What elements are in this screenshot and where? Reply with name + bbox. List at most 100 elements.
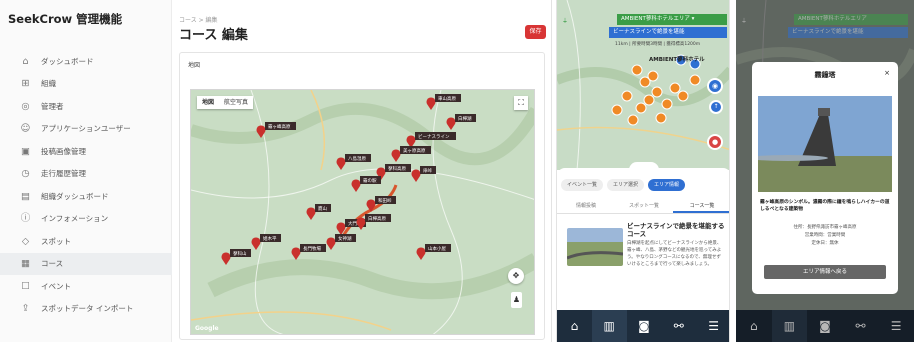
marker-label: 扉峠 bbox=[423, 167, 432, 174]
pill-events[interactable]: イベント一覧 bbox=[561, 179, 604, 191]
sidebar-item-label: スポットデータ インポート bbox=[41, 304, 134, 314]
page-title: コース 編集 bbox=[179, 28, 248, 43]
sidebar-item[interactable]: ☐ イベント bbox=[0, 275, 172, 298]
marker-label: 車山高原 bbox=[438, 95, 456, 102]
save-button[interactable]: 保存 bbox=[525, 25, 546, 39]
course-info: 11km | 所要時間3時間 | 獲得標高1200m bbox=[615, 42, 701, 47]
course-select[interactable]: ビーナスラインで絶景を堪能 bbox=[609, 27, 727, 38]
course-map-canvas: 霧ヶ峰高原 車山高原白樺湖ビーナスライン美ヶ原高原蓼科高原 八島湿原霧の駅 扉峠和田峠… bbox=[191, 90, 534, 334]
pill-area-select[interactable]: エリア選択 bbox=[607, 179, 645, 191]
breadcrumb: コース > 編集 bbox=[179, 17, 218, 24]
back-to-area-button[interactable]: エリア情報へ戻る bbox=[764, 265, 886, 279]
sidebar-item[interactable]: ⇪ スポットデータ インポート bbox=[0, 298, 172, 321]
sidebar-item[interactable]: ◷ 走行履歴管理 bbox=[0, 163, 172, 186]
marker-label: 山本小屋 bbox=[428, 245, 446, 252]
sidebar-item[interactable]: ◇ スポット bbox=[0, 230, 172, 253]
camera-icon[interactable]: ◙ bbox=[627, 310, 662, 342]
sidebar-item-label: イベント bbox=[41, 281, 71, 291]
sidebar-item[interactable]: ▣ 投稿画像管理 bbox=[0, 140, 172, 163]
google-logo: Google bbox=[195, 325, 219, 332]
course-map[interactable]: 霧ヶ峰高原 車山高原 白樺湖 ビーナスライン 美ヶ原高原 蓼科高原 八島湿原 霧の駅 扉峠 和田峠… bbox=[190, 89, 535, 335]
locate-icon[interactable]: ◉ bbox=[707, 78, 723, 94]
spot-cluster[interactable] bbox=[643, 94, 655, 106]
spot-description: 霧ヶ峰高原のシンボル。濃霧の際に鐘を鳴らしハイカーの道しるべとなる建築物 bbox=[760, 200, 890, 212]
sidebar-item[interactable]: ⌂ ダッシュボード bbox=[0, 50, 172, 73]
sidebar-item-label: 組織 bbox=[41, 79, 56, 89]
map-camera-control[interactable]: ✥ bbox=[508, 268, 524, 284]
bicycle-icon[interactable]: ⚯ bbox=[843, 310, 879, 342]
spot-cluster[interactable] bbox=[621, 90, 633, 102]
home-icon: ⌂ bbox=[22, 55, 29, 67]
spot-cluster[interactable] bbox=[677, 90, 689, 102]
dashboard-icon: ▤ bbox=[21, 190, 30, 202]
marker-label: 霧の駅 bbox=[363, 177, 377, 184]
home-icon[interactable]: ⌂ bbox=[557, 310, 592, 342]
spot-cluster[interactable] bbox=[689, 74, 701, 86]
spot-cluster[interactable] bbox=[647, 70, 659, 82]
bottom-tab-bar: ⌂ ▥ ◙ ⚯ ☰ bbox=[736, 310, 914, 342]
spot-title: 霧鐘塔 bbox=[814, 71, 836, 79]
spot-cluster[interactable] bbox=[627, 114, 639, 126]
app-map[interactable]: ⏚ AMBIENT蓼科ホテルエリア ▾ ビーナスラインで絶景を堪能 11km |… bbox=[557, 0, 729, 170]
marker-label: 霧ヶ峰高原 bbox=[268, 123, 291, 130]
sidebar-item-label: 走行履歴管理 bbox=[41, 169, 86, 179]
sidebar-nav: ⌂ ダッシュボード ⊞ 組織 ◎ 管理者 ☺ アプリケーションユーザー ▣ 投稿画像管理 ◷ 走行履歴… bbox=[0, 50, 172, 320]
tab-courses[interactable]: コース一覧 bbox=[673, 200, 729, 213]
spot-cluster[interactable] bbox=[655, 112, 667, 124]
event-icon: ☐ bbox=[21, 280, 30, 292]
sidebar-item[interactable]: ☺ アプリケーションユーザー bbox=[0, 118, 172, 141]
area-select[interactable]: AMBIENT蓼科ホテルエリア ▾ bbox=[617, 14, 727, 25]
spot-cluster[interactable] bbox=[611, 104, 623, 116]
spot-cluster[interactable] bbox=[651, 86, 663, 98]
map-card: 地図 霧ヶ峰高原 車山高原 白樺湖 ビーナスライン 美ヶ原高原 蓼科高原 八島湿原 霧の駅 扉峠… bbox=[179, 52, 545, 340]
office-icon: ⊞ bbox=[21, 78, 30, 90]
pin-icon[interactable]: ● bbox=[707, 134, 723, 150]
close-icon[interactable]: × bbox=[884, 69, 890, 77]
sidebar-item[interactable]: ⓘ インフォメーション bbox=[0, 208, 172, 231]
signal-icon: ⏚ bbox=[562, 18, 569, 25]
course-card[interactable]: ビーナスラインで絶景を堪能するコース 白樺湖を起点にしてビーナスラインから絶景、… bbox=[557, 216, 729, 310]
map-type-satellite[interactable]: 航空写真 bbox=[219, 96, 253, 109]
sidebar-item[interactable]: ⊞ 組織 bbox=[0, 73, 172, 96]
spot-icon: ◇ bbox=[21, 235, 30, 247]
map-icon: ▦ bbox=[21, 258, 30, 270]
spot-cluster[interactable] bbox=[661, 98, 673, 110]
sidebar-item[interactable]: ▦ コース bbox=[0, 252, 172, 275]
pill-row: イベント一覧 エリア選択 エリア情報 bbox=[561, 179, 686, 191]
map-icon[interactable]: ▥ bbox=[591, 310, 627, 342]
bicycle-icon[interactable]: ⚯ bbox=[661, 310, 696, 342]
map-icon[interactable]: ▥ bbox=[771, 310, 808, 342]
spot-cluster[interactable] bbox=[635, 102, 647, 114]
app-map-screen: ⏚ AMBIENT蓼科ホテルエリア ▾ ビーナスラインで絶景を堪能 11km |… bbox=[556, 0, 730, 342]
sheet-handle[interactable] bbox=[629, 162, 659, 170]
marker-label: 白樺高原 bbox=[368, 215, 386, 222]
spot-closed: 定休日：無休 bbox=[811, 241, 839, 246]
sidebar-item[interactable]: ◎ 管理者 bbox=[0, 95, 172, 118]
area-select[interactable]: AMBIENT蓼科ホテルエリア bbox=[794, 14, 908, 25]
tab-posts[interactable]: 情報投稿 bbox=[557, 200, 615, 213]
marker-label: 和田峠 bbox=[378, 197, 392, 204]
admin-icon: ◎ bbox=[21, 100, 30, 112]
compass-icon[interactable]: ↑ bbox=[709, 100, 723, 114]
menu-icon[interactable]: ☰ bbox=[878, 310, 914, 342]
tab-spots[interactable]: スポット一覧 bbox=[615, 200, 673, 213]
brand-title: SeekCrow 管理機能 bbox=[8, 12, 123, 26]
map-type-map[interactable]: 地図 bbox=[197, 96, 219, 109]
marker-label: 八島湿原 bbox=[348, 155, 366, 162]
marker-label: 蓼科高原 bbox=[388, 165, 406, 172]
spot-cluster[interactable] bbox=[631, 64, 643, 76]
menu-icon[interactable]: ☰ bbox=[696, 310, 729, 342]
fullscreen-icon[interactable]: ⛶ bbox=[514, 96, 528, 110]
pill-area-info[interactable]: エリア情報 bbox=[648, 179, 686, 191]
sidebar-item-label: スポット bbox=[41, 236, 71, 246]
spot-modal: 霧鐘塔 × 霧ヶ峰高原のシンボル。濃霧の際に鐘を鳴らしハイカーの道しるべとなる建… bbox=[752, 62, 898, 294]
spot-cluster[interactable] bbox=[669, 82, 681, 94]
spot-address: 住所：長野県諏訪市霧ヶ峰高原 bbox=[793, 225, 857, 230]
map-type-toggle[interactable]: 地図 航空写真 bbox=[197, 96, 254, 109]
sidebar-item[interactable]: ▤ 組織ダッシュボード bbox=[0, 185, 172, 208]
course-select[interactable]: ビーナスラインで絶景を堪能 bbox=[788, 27, 908, 38]
camera-icon[interactable]: ◙ bbox=[807, 310, 843, 342]
tab-row: 情報投稿 スポット一覧 コース一覧 bbox=[557, 200, 729, 214]
pegman-icon[interactable]: ♟ bbox=[511, 292, 522, 308]
home-icon[interactable]: ⌂ bbox=[736, 310, 772, 342]
